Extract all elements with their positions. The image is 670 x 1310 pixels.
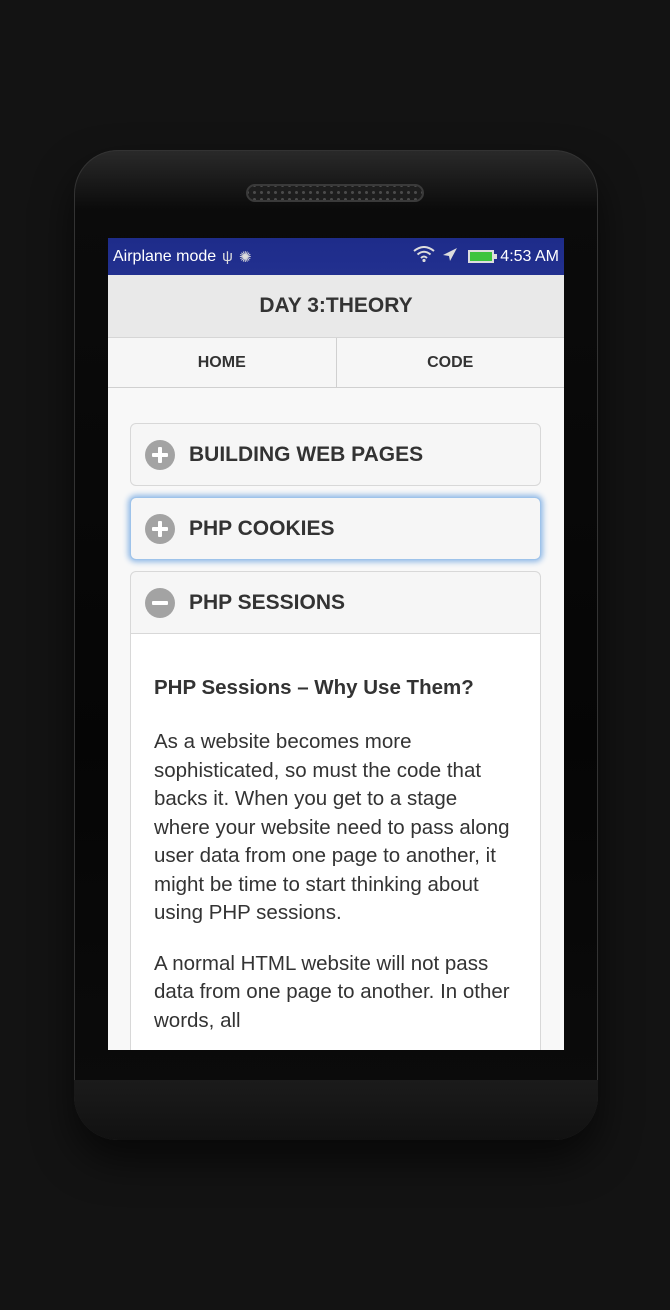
airplane-mode-label: Airplane mode xyxy=(113,247,217,265)
minus-circle-icon xyxy=(145,587,175,618)
accordion-title: BUILDING WEB PAGES xyxy=(189,442,424,466)
usb-icon: ψ xyxy=(222,248,233,265)
accordion-header[interactable]: PHP COOKIES xyxy=(131,498,540,559)
accordion-item-php-cookies[interactable]: PHP COOKIES xyxy=(130,497,541,560)
status-bar: Airplane mode ψ ✺ 4:53 AM xyxy=(108,238,564,275)
device-screen: Airplane mode ψ ✺ 4:53 AM DAY 3:THEORY H… xyxy=(108,238,564,1050)
plus-circle-icon xyxy=(145,439,175,470)
airplane-icon xyxy=(441,245,459,268)
wifi-icon xyxy=(413,246,435,267)
nav-bar: HOME CODE xyxy=(108,338,564,388)
content-paragraph: As a website becomes more sophisticated,… xyxy=(154,730,510,924)
accordion-header[interactable]: PHP SESSIONS xyxy=(131,572,540,634)
page-title: DAY 3:THEORY xyxy=(108,275,564,338)
battery-icon xyxy=(468,250,498,263)
content-heading: PHP Sessions – Why Use Them? xyxy=(154,676,474,699)
content-paragraph: A normal HTML website will not pass data… xyxy=(154,951,510,1032)
accordion-title: PHP COOKIES xyxy=(189,516,335,540)
accordion-item-building-web-pages[interactable]: BUILDING WEB PAGES xyxy=(130,423,541,486)
code-button[interactable]: CODE xyxy=(335,338,565,387)
speaker-grille xyxy=(246,184,424,202)
accordion-item-php-sessions[interactable]: PHP SESSIONS PHP Sessions – Why Use Them… xyxy=(130,571,541,1050)
status-time: 4:53 AM xyxy=(500,247,559,265)
accordion-list: BUILDING WEB PAGES PHP COOKIES PHP SESSI… xyxy=(108,388,564,1050)
home-button[interactable]: HOME xyxy=(108,338,336,387)
plus-circle-icon xyxy=(145,513,175,544)
accordion-header[interactable]: BUILDING WEB PAGES xyxy=(131,424,540,485)
phone-chin xyxy=(74,1080,598,1140)
android-debug-icon: ✺ xyxy=(238,248,252,266)
accordion-title: PHP SESSIONS xyxy=(189,590,346,614)
accordion-content: PHP Sessions – Why Use Them? As a websit… xyxy=(131,634,540,1050)
